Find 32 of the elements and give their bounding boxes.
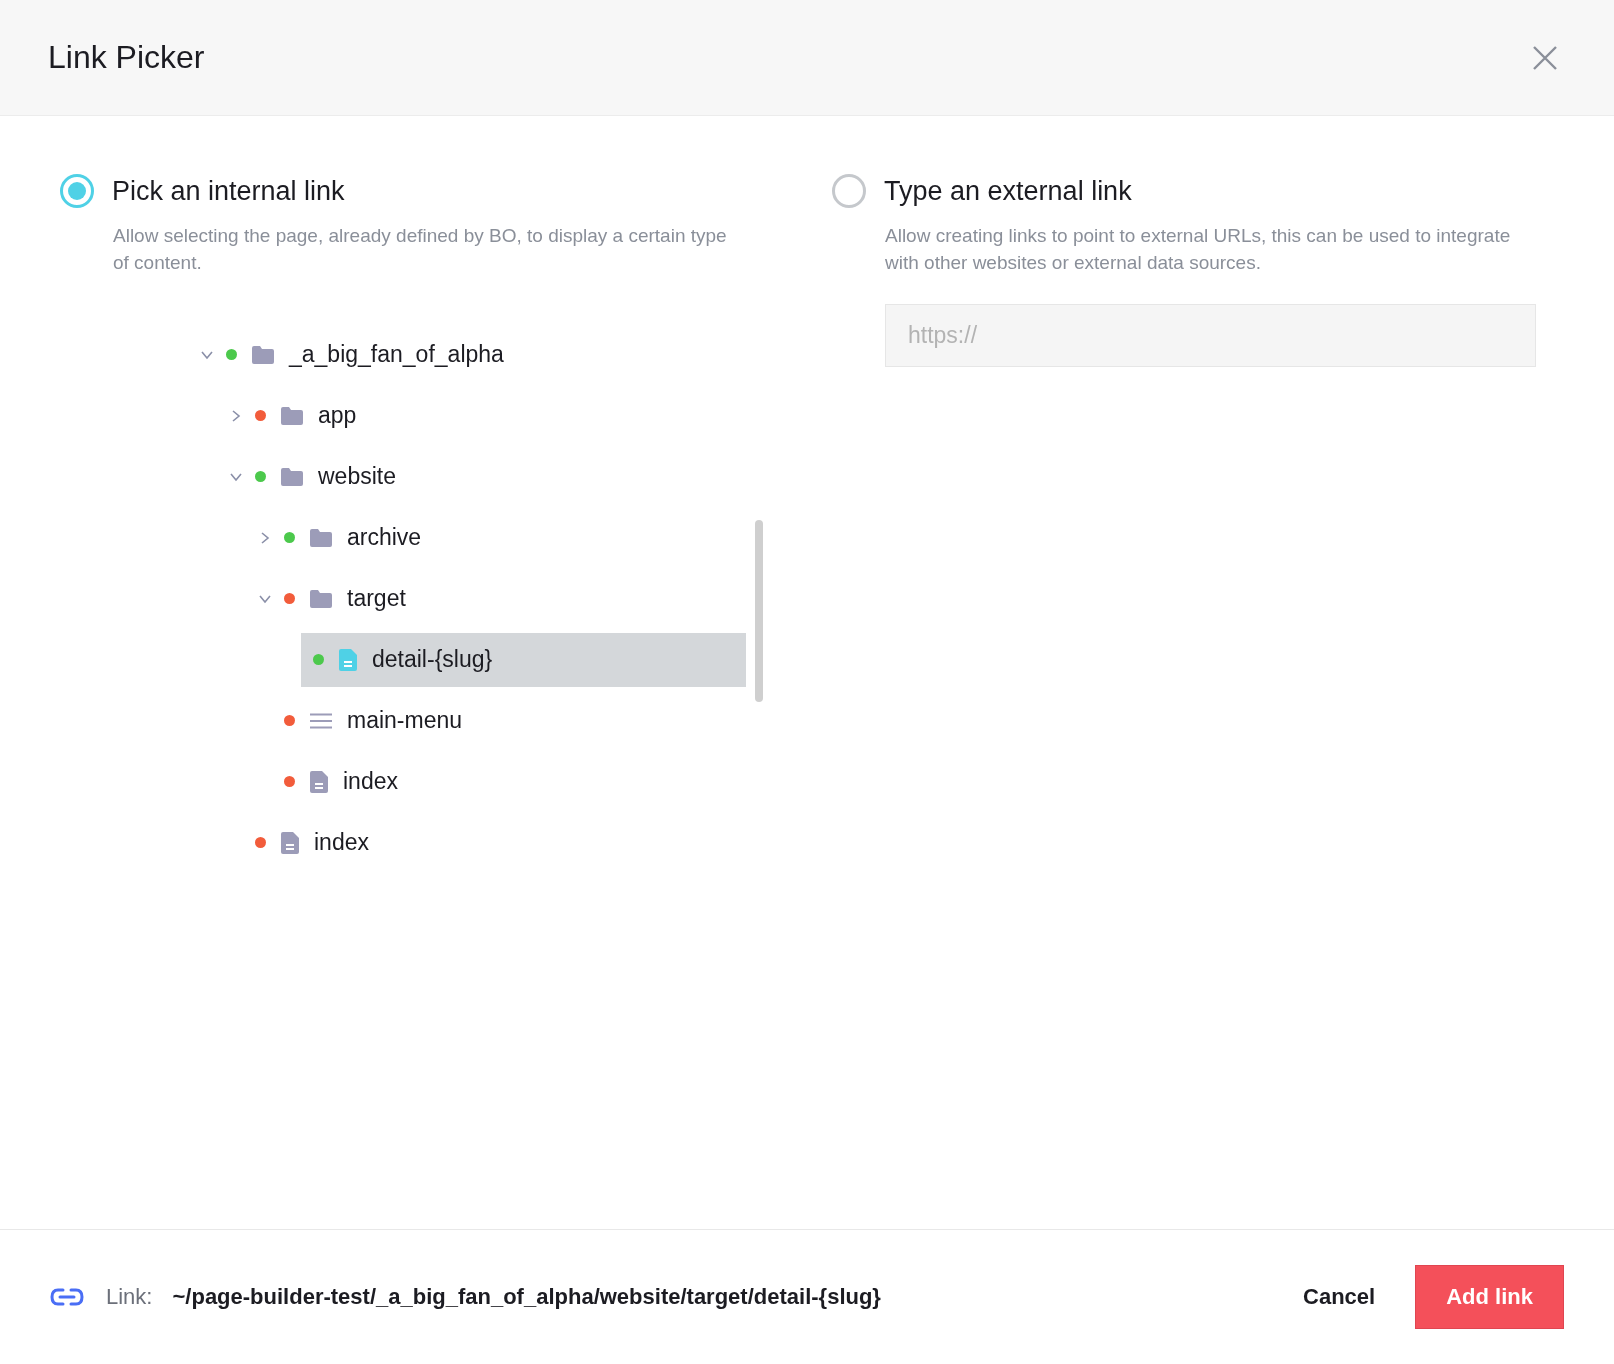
tree-item[interactable]: target [272,571,746,626]
tree-item[interactable]: main-menu [272,693,746,748]
tree-item[interactable]: archive [272,510,746,565]
folder-icon [310,589,332,608]
option-label[interactable]: Type an external link [884,175,1132,207]
tree-item[interactable]: _a_big_fan_of_alpha [214,327,746,382]
scrollbar-thumb[interactable] [755,520,763,702]
close-icon[interactable] [1532,44,1558,71]
folder-icon [281,406,303,425]
document-icon [281,831,299,854]
folder-icon [281,467,303,486]
menu-icon [310,712,332,729]
folder-icon [310,528,332,547]
folder-icon [252,345,274,364]
document-icon [339,648,357,671]
url-input-field[interactable]: https:// [885,304,1536,367]
tree-item[interactable]: website [243,449,746,504]
link-label: Link: [106,1284,153,1310]
dialog-title: Link Picker [48,39,206,76]
tree-item[interactable]: index [272,754,746,809]
option-label[interactable]: Pick an internal link [112,175,345,207]
tree-item[interactable]: detail-{slug} [301,632,746,687]
tree-item[interactable]: app [243,388,746,443]
link-path: ~/page-builder-test/_a_big_fan_of_alpha/website/target/detail-{slug} [172,1284,881,1310]
tree-item[interactable]: index [243,815,746,870]
radio-button[interactable] [60,174,94,208]
cancel-button[interactable]: Cancel [1283,1268,1396,1326]
option-description: Allow creating links to point to external URLs, this can be used to integrate with other websites or external data sources. [885,224,1512,275]
radio-button[interactable] [832,174,866,208]
link-icon [50,1287,84,1307]
document-icon [310,770,328,793]
option-description: Allow selecting the page, already defined by BO, to display a certain type of content. [113,224,728,275]
